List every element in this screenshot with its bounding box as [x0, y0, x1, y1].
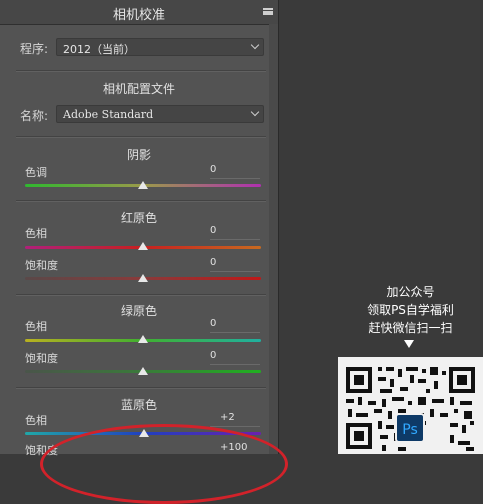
promo-line-1: 加公众号	[386, 285, 435, 299]
red-sat-value[interactable]: 0	[210, 257, 260, 268]
value-underline	[210, 178, 260, 179]
process-value: 2012（当前）	[63, 43, 135, 56]
blue-section-title: 蓝原色	[120, 398, 157, 412]
value-underline	[210, 426, 260, 427]
red-hue-thumb[interactable]	[138, 242, 148, 250]
highlight-circle	[40, 424, 288, 504]
value-underline	[210, 364, 260, 365]
panel-header: 相机校准	[0, 0, 278, 25]
green-section-title: 绿原色	[120, 304, 157, 318]
chevron-down-icon	[250, 40, 260, 50]
blue-hue-value[interactable]: +2	[220, 412, 270, 423]
divider	[16, 70, 266, 72]
profile-value: Adobe Standard	[63, 108, 154, 121]
green-sat-label: 饱和度	[25, 352, 58, 365]
process-label: 程序:	[20, 42, 49, 56]
red-hue-value[interactable]: 0	[210, 225, 260, 236]
panel-menu-icon[interactable]	[263, 8, 273, 15]
promo-line-3: 赶快微信扫一扫	[368, 321, 453, 335]
promo-text: 加公众号 领取PS自学福利 赶快微信扫一扫	[338, 283, 483, 337]
divider	[16, 387, 266, 389]
red-sat-label: 饱和度	[25, 259, 58, 272]
red-sat-thumb[interactable]	[138, 274, 148, 282]
process-dropdown[interactable]: 2012（当前）	[56, 38, 264, 56]
value-underline	[210, 271, 260, 272]
value-underline	[210, 332, 260, 333]
green-hue-label: 色相	[25, 320, 47, 333]
promo-line-2: 领取PS自学福利	[367, 303, 454, 317]
value-underline	[210, 239, 260, 240]
divider	[16, 200, 266, 202]
profile-name-label: 名称:	[20, 109, 49, 123]
arrow-down-icon	[404, 340, 414, 348]
green-hue-value[interactable]: 0	[210, 318, 260, 329]
photoshop-logo-icon: Ps	[395, 413, 425, 443]
shadow-tint-label: 色调	[25, 166, 47, 179]
camera-calibration-panel: 相机校准 程序: 2012（当前） 相机配置文件 名称: Adobe Stand…	[0, 0, 279, 457]
green-hue-thumb[interactable]	[138, 335, 148, 343]
panel-title: 相机校准	[112, 8, 165, 23]
blue-hue-label: 色相	[25, 414, 47, 427]
chevron-down-icon	[250, 107, 260, 117]
shadow-tint-value[interactable]: 0	[210, 164, 260, 175]
red-hue-label: 色相	[25, 227, 47, 240]
shadow-section-title: 阴影	[126, 148, 151, 162]
green-sat-value[interactable]: 0	[210, 350, 260, 361]
divider	[16, 294, 266, 296]
green-sat-thumb[interactable]	[138, 367, 148, 375]
divider	[16, 136, 266, 138]
red-section-title: 红原色	[120, 211, 157, 225]
profile-section-title: 相机配置文件	[102, 82, 175, 96]
shadow-tint-thumb[interactable]	[138, 181, 148, 189]
profile-dropdown[interactable]: Adobe Standard	[56, 105, 264, 123]
